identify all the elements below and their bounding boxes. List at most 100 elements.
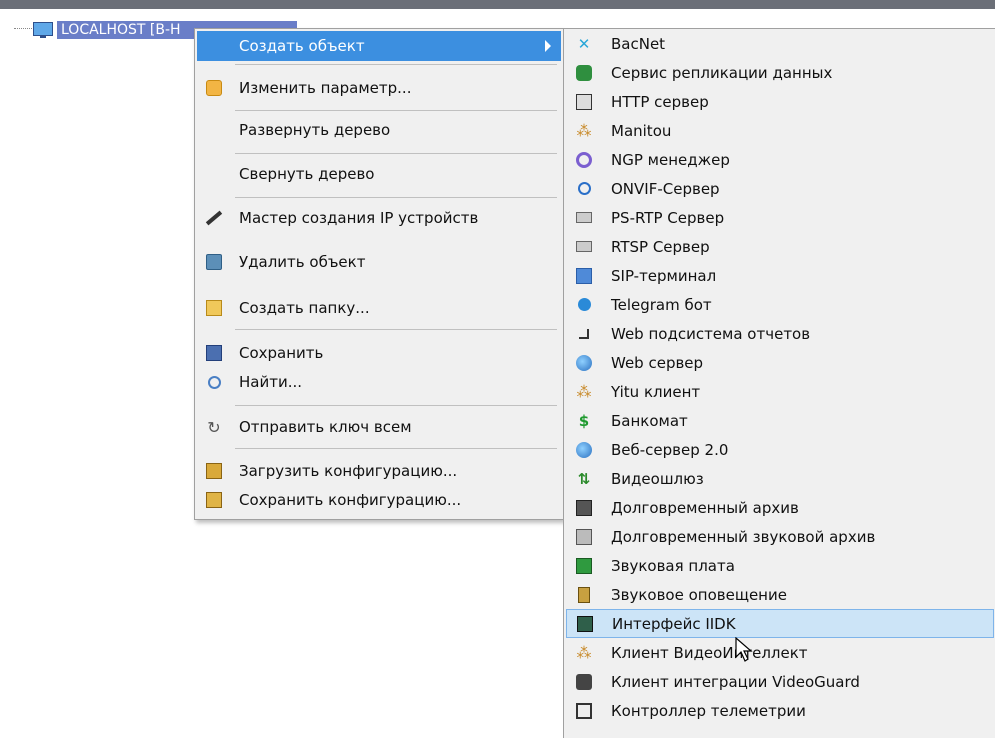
- submenu-item-label: Telegram бот: [611, 295, 712, 314]
- delete-icon: [199, 254, 229, 270]
- submenu-item-iidk-interface[interactable]: Интерфейс IIDK: [566, 609, 994, 638]
- menu-item-collapse-tree[interactable]: Свернуть дерево: [197, 159, 561, 189]
- submenu-item-label: RTSP Сервер: [611, 237, 710, 256]
- submenu-item-label: Банкомат: [611, 411, 688, 430]
- menu-item-load-config[interactable]: Загрузить конфигурацию...: [197, 456, 561, 486]
- menu-separator: [235, 197, 557, 198]
- menu-item-save-config[interactable]: Сохранить конфигурацию...: [197, 485, 561, 515]
- new-folder-icon: [199, 300, 229, 316]
- submenu-item-label: Контроллер телеметрии: [611, 701, 806, 720]
- submenu-item-label: Yitu клиент: [611, 382, 701, 401]
- telemetry-icon: [570, 702, 598, 719]
- submenu-item-bacnet[interactable]: ✕ BacNet: [566, 29, 994, 58]
- sip-terminal-icon: [570, 267, 598, 284]
- menu-item-label: Свернуть дерево: [239, 165, 375, 183]
- menu-item-delete-object[interactable]: Удалить объект: [197, 247, 561, 277]
- bacnet-icon: ✕: [577, 34, 591, 53]
- submenu-item-atm[interactable]: $ Банкомат: [566, 406, 994, 435]
- iidk-icon: [571, 615, 599, 632]
- menu-item-expand-tree[interactable]: Развернуть дерево: [197, 115, 561, 145]
- menu-item-label: Сохранить: [239, 344, 324, 362]
- submenu-item-ngp-manager[interactable]: NGP менеджер: [566, 145, 994, 174]
- archive-icon: [570, 499, 598, 516]
- speaker-icon: [570, 586, 598, 603]
- menu-item-create-object[interactable]: Создать объект: [197, 31, 561, 61]
- submenu-item-sound-alert[interactable]: Звуковое оповещение: [566, 580, 994, 609]
- submenu-item-manitou[interactable]: ⁂ Manitou: [566, 116, 994, 145]
- submenu-item-replication[interactable]: Сервис репликации данных: [566, 58, 994, 87]
- ring-icon: [570, 182, 598, 195]
- menu-item-label: Найти...: [239, 373, 303, 391]
- submenu-item-yitu-client[interactable]: ⁂ Yitu клиент: [566, 377, 994, 406]
- menu-item-label: Загрузить конфигурацию...: [239, 462, 458, 480]
- menu-separator: [235, 329, 557, 330]
- submenu-item-label: HTTP сервер: [611, 92, 709, 111]
- submenu-item-videointellect-client[interactable]: ⁂ Клиент ВидеоИнтеллект: [566, 638, 994, 667]
- submenu-item-onvif-server[interactable]: ONVIF-Сервер: [566, 174, 994, 203]
- submenu-item-label: PS-RTP Сервер: [611, 208, 725, 227]
- submenu-item-label: Сервис репликации данных: [611, 63, 833, 82]
- menu-item-edit-parameter[interactable]: Изменить параметр...: [197, 73, 561, 103]
- submenu-item-sip-terminal[interactable]: SIP-терминал: [566, 261, 994, 290]
- submenu-item-label: Долговременный звуковой архив: [611, 527, 876, 546]
- globe-icon: [570, 441, 598, 458]
- http-server-icon: [570, 93, 598, 110]
- submenu-item-web-reports[interactable]: Web подсистема отчетов: [566, 319, 994, 348]
- submenu-item-ps-rtp-server[interactable]: PS-RTP Сервер: [566, 203, 994, 232]
- server-box-icon: [570, 241, 598, 252]
- menu-item-label: Развернуть дерево: [239, 121, 391, 139]
- sound-archive-icon: [570, 528, 598, 545]
- submenu-item-label: Видеошлюз: [611, 469, 704, 488]
- tree-connector: [14, 28, 32, 29]
- menu-item-label: Создать папку...: [239, 299, 370, 317]
- menu-separator: [235, 405, 557, 406]
- submenu-item-label: ONVIF-Сервер: [611, 179, 720, 198]
- menu-item-find[interactable]: Найти...: [197, 367, 561, 397]
- submenu-item-label: Клиент ВидеоИнтеллект: [611, 643, 808, 662]
- menu-item-label: Сохранить конфигурацию...: [239, 491, 462, 509]
- submenu-item-sound-card[interactable]: Звуковая плата: [566, 551, 994, 580]
- magnifier-icon: [199, 375, 229, 389]
- menu-item-save[interactable]: Сохранить: [197, 338, 561, 368]
- menu-separator: [235, 64, 557, 65]
- submenu-item-label: Звуковое оповещение: [611, 585, 787, 604]
- menu-item-label: Изменить параметр...: [239, 79, 412, 97]
- sound-card-icon: [570, 557, 598, 574]
- wand-icon: [199, 210, 229, 226]
- network-icon: ⁂: [576, 643, 592, 662]
- submenu-item-videoguard-client[interactable]: Клиент интеграции VideoGuard: [566, 667, 994, 696]
- submenu-item-web-server[interactable]: Web сервер: [566, 348, 994, 377]
- submenu-item-label: Manitou: [611, 121, 672, 140]
- submenu-item-long-term-archive[interactable]: Долговременный архив: [566, 493, 994, 522]
- submenu-item-video-gateway[interactable]: ⇅ Видеошлюз: [566, 464, 994, 493]
- videoguard-icon: [570, 673, 598, 690]
- submenu-item-telegram-bot[interactable]: Telegram бот: [566, 290, 994, 319]
- computer-icon: [33, 21, 53, 39]
- menu-item-send-key-to-all[interactable]: ↻ Отправить ключ всем: [197, 412, 561, 442]
- closed-box-icon: [199, 492, 229, 508]
- server-box-icon: [570, 212, 598, 223]
- submenu-item-label: Звуковая плата: [611, 556, 735, 575]
- submenu-arrow-icon: [545, 40, 551, 52]
- menu-item-ip-device-wizard[interactable]: Мастер создания IP устройств: [197, 203, 561, 233]
- submenu-item-web-server-2[interactable]: Веб-сервер 2.0: [566, 435, 994, 464]
- submenu-item-label: NGP менеджер: [611, 150, 730, 169]
- gateway-icon: ⇅: [577, 469, 591, 488]
- create-object-submenu: ✕ BacNet Сервис репликации данных HTTP с…: [563, 28, 995, 738]
- menu-item-create-folder[interactable]: Создать папку...: [197, 293, 561, 323]
- menu-item-label: Создать объект: [239, 37, 365, 55]
- replication-icon: [570, 64, 598, 81]
- submenu-item-telemetry-controller[interactable]: Контроллер телеметрии: [566, 696, 994, 725]
- context-menu: Создать объект Изменить параметр... Разв…: [194, 28, 564, 520]
- menu-separator: [235, 448, 557, 449]
- submenu-item-label: Веб-сервер 2.0: [611, 440, 729, 459]
- submenu-item-label: Web сервер: [611, 353, 704, 372]
- submenu-item-long-term-sound-archive[interactable]: Долговременный звуковой архив: [566, 522, 994, 551]
- submenu-item-http-server[interactable]: HTTP сервер: [566, 87, 994, 116]
- network-icon: ⁂: [576, 382, 592, 401]
- submenu-item-label: Долговременный архив: [611, 498, 799, 517]
- window-top-border: [0, 0, 995, 9]
- submenu-item-label: Web подсистема отчетов: [611, 324, 811, 343]
- menu-item-label: Удалить объект: [239, 253, 366, 271]
- submenu-item-rtsp-server[interactable]: RTSP Сервер: [566, 232, 994, 261]
